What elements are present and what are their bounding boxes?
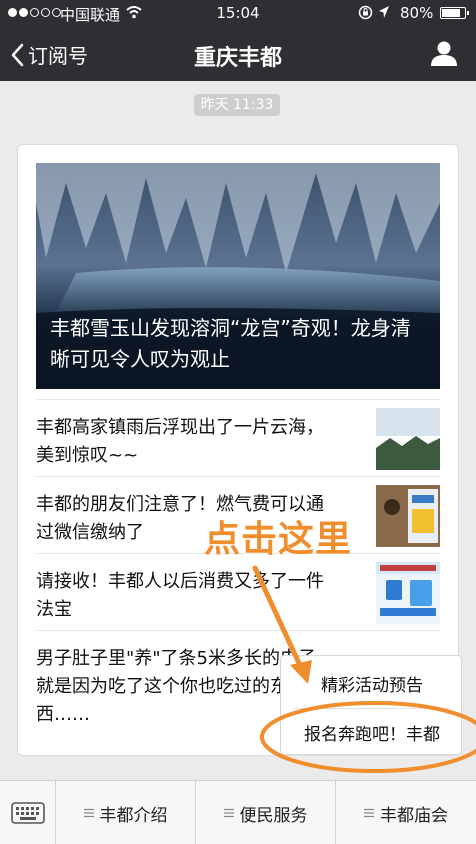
menu-lines-icon xyxy=(223,808,234,818)
menu-label: 丰都介绍 xyxy=(99,805,168,826)
menu-item-temple-fair[interactable]: 丰都庙会 xyxy=(336,781,476,844)
menu-lines-icon xyxy=(364,808,374,818)
annotation-label: 点击这里 xyxy=(204,519,353,560)
annotation-overlay xyxy=(252,565,476,773)
annotation-circle xyxy=(260,701,476,773)
menu-label: 便民服务 xyxy=(239,805,308,826)
arrowhead-icon xyxy=(290,660,312,684)
menu-item-intro[interactable]: 丰都介绍 xyxy=(56,781,196,844)
keyboard-toggle-button[interactable] xyxy=(0,781,56,844)
menu-lines-icon xyxy=(83,808,94,818)
annotation-arrow xyxy=(252,565,307,677)
menu-label: 丰都庙会 xyxy=(380,805,448,826)
menu-item-services[interactable]: 便民服务 xyxy=(196,781,336,844)
keyboard-icon xyxy=(11,802,45,824)
bottom-menu-bar: 丰都介绍 便民服务 丰都庙会 xyxy=(0,780,476,844)
